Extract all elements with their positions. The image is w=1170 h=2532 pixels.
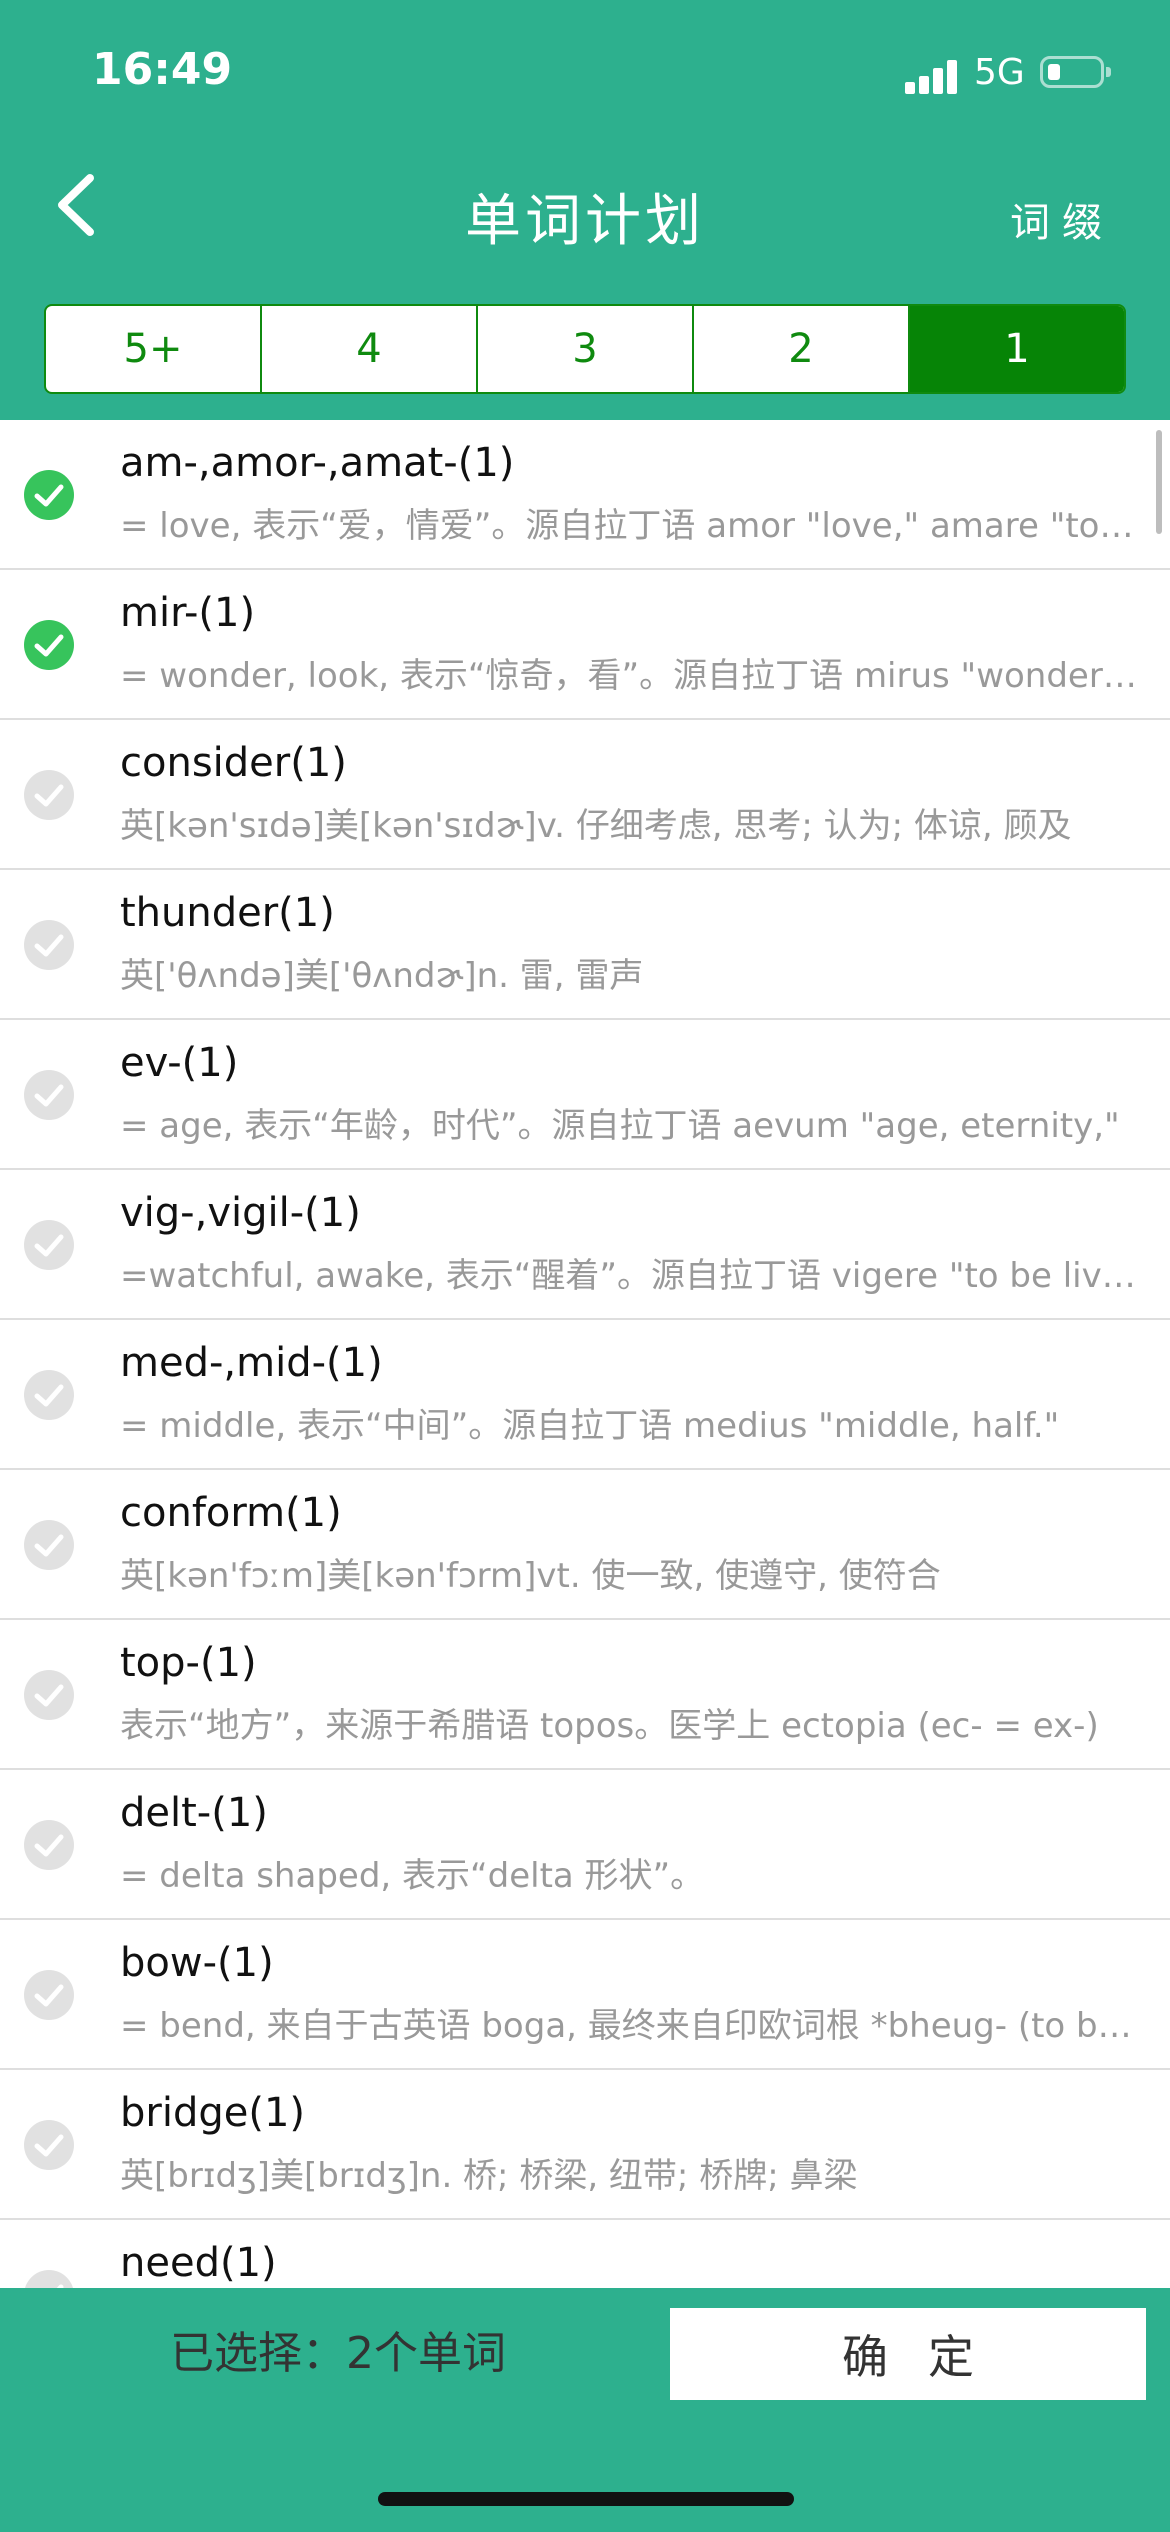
battery-icon [1040, 56, 1111, 88]
list-item[interactable]: need(1) [0, 2220, 1170, 2288]
check-circle-icon[interactable] [24, 470, 74, 520]
check-circle-icon[interactable] [24, 1070, 74, 1120]
word-list[interactable]: am-,amor-,amat-(1) = love, 表示“爱，情爱”。源自拉丁语… [0, 420, 1170, 2288]
tab-1[interactable]: 1 [910, 306, 1124, 392]
check-circle-icon[interactable] [24, 2120, 74, 2170]
item-definition: =watchful, awake, 表示“醒着”。源自拉丁语 vigere "t… [120, 1256, 1140, 1296]
affix-link[interactable]: 词缀 [1010, 190, 1114, 248]
item-word: consider(1) [120, 740, 347, 786]
item-word: ev-(1) [120, 1040, 239, 1086]
item-definition: 英[brɪdʒ]美[brɪdʒ]n. 桥; 桥梁, 纽带; 桥牌; 鼻梁 [120, 2156, 858, 2196]
tab-4[interactable]: 4 [262, 306, 478, 392]
item-word: am-,amor-,amat-(1) [120, 440, 515, 486]
item-definition: = middle, 表示“中间”。源自拉丁语 medius "middle, h… [120, 1406, 1060, 1446]
check-circle-icon[interactable] [24, 620, 74, 670]
item-definition: 英[kən'sɪdə]美[kən'sɪdɚ]v. 仔细考虑, 思考; 认为; 体… [120, 806, 1072, 846]
item-word: bridge(1) [120, 2090, 305, 2136]
item-definition: = delta shaped, 表示“delta 形状”。 [120, 1856, 705, 1896]
frequency-tabs: 5+ 4 3 2 1 [44, 304, 1126, 394]
list-item[interactable]: thunder(1) 英['θʌndə]美['θʌndɚ]n. 雷, 雷声 [0, 870, 1170, 1020]
item-definition: = wonder, look, 表示“惊奇，看”。源自拉丁语 mirus "wo… [120, 656, 1140, 696]
check-circle-icon[interactable] [24, 1220, 74, 1270]
list-item[interactable]: am-,amor-,amat-(1) = love, 表示“爱，情爱”。源自拉丁语… [0, 420, 1170, 570]
item-definition: = love, 表示“爱，情爱”。源自拉丁语 amor "love," amar… [120, 506, 1140, 546]
item-definition: = age, 表示“年龄，时代”。源自拉丁语 aevum "age, etern… [120, 1106, 1120, 1146]
list-item[interactable]: ev-(1) = age, 表示“年龄，时代”。源自拉丁语 aevum "age,… [0, 1020, 1170, 1170]
scrollbar[interactable] [1156, 430, 1162, 534]
list-item[interactable]: vig-,vigil-(1) =watchful, awake, 表示“醒着”。源… [0, 1170, 1170, 1320]
item-word: delt-(1) [120, 1790, 268, 1836]
item-definition: = bend, 来自于古英语 boga, 最终来自印欧词根 *bheug- (t… [120, 2006, 1140, 2046]
check-circle-icon[interactable] [24, 1970, 74, 2020]
item-word: vig-,vigil-(1) [120, 1190, 361, 1236]
list-item[interactable]: consider(1) 英[kən'sɪdə]美[kən'sɪdɚ]v. 仔细考虑… [0, 720, 1170, 870]
check-circle-icon[interactable] [24, 1370, 74, 1420]
selected-count: 已选择：2个单词 [170, 2328, 506, 2379]
list-item[interactable]: delt-(1) = delta shaped, 表示“delta 形状”。 [0, 1770, 1170, 1920]
item-definition: 英[kən'fɔːm]美[kən'fɔrm]vt. 使一致, 使遵守, 使符合 [120, 1556, 941, 1596]
list-item[interactable]: top-(1) 表示“地方”，来源于希腊语 topos。医学上 ectopia (… [0, 1620, 1170, 1770]
page-title: 单词计划 [465, 189, 705, 254]
list-item[interactable]: med-,mid-(1) = middle, 表示“中间”。源自拉丁语 mediu… [0, 1320, 1170, 1470]
status-time: 16:49 [92, 44, 233, 95]
item-word: thunder(1) [120, 890, 335, 936]
check-circle-icon[interactable] [24, 920, 74, 970]
check-circle-icon[interactable] [24, 2270, 74, 2288]
confirm-button[interactable]: 确定 [670, 2308, 1146, 2400]
item-definition: 表示“地方”，来源于希腊语 topos。医学上 ectopia (ec- = e… [120, 1706, 1099, 1746]
list-item[interactable]: bow-(1) = bend, 来自于古英语 boga, 最终来自印欧词根 *bh… [0, 1920, 1170, 2070]
check-circle-icon[interactable] [24, 1820, 74, 1870]
network-label: 5G [974, 52, 1025, 93]
tab-2[interactable]: 2 [694, 306, 910, 392]
item-word: mir-(1) [120, 590, 256, 636]
item-word: bow-(1) [120, 1940, 274, 1986]
signal-icon [905, 58, 961, 94]
item-word: med-,mid-(1) [120, 1340, 383, 1386]
list-item[interactable]: bridge(1) 英[brɪdʒ]美[brɪdʒ]n. 桥; 桥梁, 纽带; 桥… [0, 2070, 1170, 2220]
home-indicator [378, 2492, 794, 2506]
item-word: conform(1) [120, 1490, 342, 1536]
list-item[interactable]: conform(1) 英[kən'fɔːm]美[kən'fɔrm]vt. 使一致,… [0, 1470, 1170, 1620]
item-definition: 英['θʌndə]美['θʌndɚ]n. 雷, 雷声 [120, 956, 644, 996]
check-circle-icon[interactable] [24, 1670, 74, 1720]
status-bar: 16:49 5G [0, 0, 1170, 150]
check-circle-icon[interactable] [24, 1520, 74, 1570]
item-word: need(1) [120, 2240, 277, 2286]
list-item[interactable]: mir-(1) = wonder, look, 表示“惊奇，看”。源自拉丁语 mi… [0, 570, 1170, 720]
check-circle-icon[interactable] [24, 770, 74, 820]
tab-5-plus[interactable]: 5+ [46, 306, 262, 392]
item-word: top-(1) [120, 1640, 257, 1686]
tab-3[interactable]: 3 [478, 306, 694, 392]
